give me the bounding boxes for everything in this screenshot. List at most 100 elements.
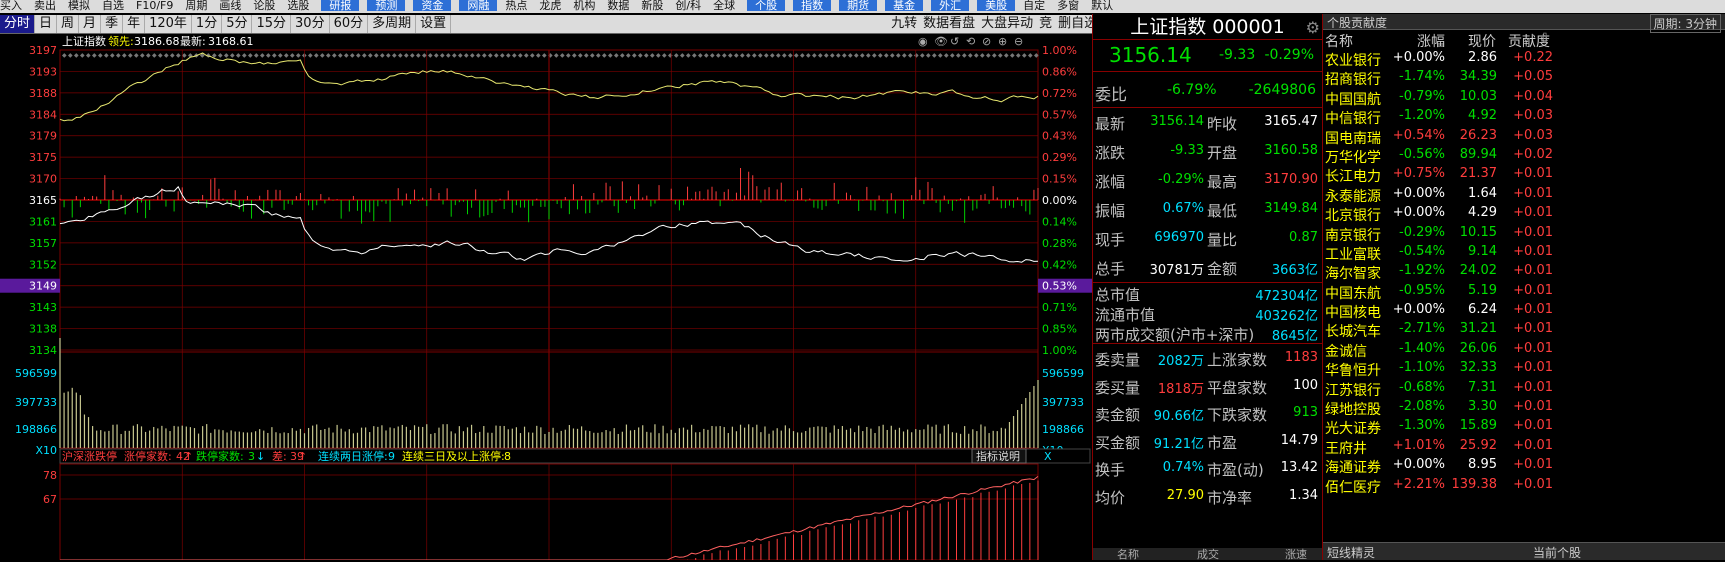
top-menu-item[interactable]: 创/科 — [675, 0, 701, 11]
top-menu-item[interactable]: 基金 — [885, 0, 924, 11]
top-menu-item[interactable]: 数据 — [607, 0, 629, 11]
top-menu-item[interactable]: 个股 — [747, 0, 786, 11]
period-tab[interactable]: 季 — [101, 15, 124, 33]
stat-label: 市盈 — [1207, 433, 1238, 452]
chart-tool-icon: 👁 — [934, 35, 948, 48]
top-menu-item[interactable]: 全球 — [713, 0, 735, 11]
contrib-column-header: 名称 涨幅 现价 贡献度 ⇩ — [1323, 30, 1725, 51]
contrib-row[interactable]: 永泰能源 +0.00% 1.64 +0.01 — [1323, 185, 1725, 205]
gear-icon[interactable]: ⚙ — [1306, 15, 1320, 41]
contrib-row[interactable]: 长城汽车 -2.71% 31.21 +0.01 — [1323, 320, 1725, 341]
top-menu-item[interactable]: 默认 — [1091, 0, 1113, 11]
stock-name: 长城汽车 — [1325, 324, 1381, 341]
toolbar-right-button[interactable]: 九转 — [888, 15, 920, 33]
period-tab[interactable]: 5分 — [222, 15, 253, 33]
period-tab[interactable]: 120年 — [145, 15, 192, 33]
top-menu-item[interactable]: 选股 — [287, 0, 309, 11]
contrib-row[interactable]: 农业银行 +0.00% 2.86 +0.22 — [1323, 49, 1725, 69]
toolbar-right-button[interactable]: 数据看盘 — [920, 15, 978, 33]
top-menu-item[interactable]: 预测 — [367, 0, 406, 11]
period-tab[interactable]: 月 — [79, 15, 102, 33]
toolbar-right-button[interactable]: 大盘异动 — [978, 15, 1036, 33]
top-menu-item[interactable]: 研报 — [321, 0, 360, 11]
contrib-row[interactable]: 中国国航 -0.79% 10.03 +0.04 — [1323, 88, 1725, 108]
contrib-row[interactable]: 佰仁医疗 +2.21% 139.38 +0.01 — [1323, 476, 1725, 496]
contrib-row[interactable]: 万华化学 -0.56% 89.94 +0.02 — [1323, 146, 1725, 166]
col-price[interactable]: 现价 — [1468, 31, 1496, 51]
period-tab[interactable]: 多周期 — [368, 15, 417, 33]
stat-value: 13.42 — [1280, 460, 1318, 475]
top-menu-item[interactable]: 自定 — [1023, 0, 1045, 11]
contrib-row[interactable]: 江苏银行 -0.68% 7.31 +0.01 — [1323, 379, 1725, 399]
top-menu-item[interactable]: 热点 — [505, 0, 527, 11]
contrib-row[interactable]: 中国核电 +0.00% 6.24 +0.01 — [1323, 301, 1725, 321]
top-menu-item[interactable]: 指数 — [793, 0, 832, 11]
top-menu-item[interactable]: 网融 — [459, 0, 498, 11]
price-axis-label: 3138 — [29, 323, 57, 336]
intraday-chart[interactable]: 上证指数 领先: 3186.68 最新: 3168.61 ◉ 👁 ↺ ⟲ ⊘ ⊕ ⊖ ◆ ◆ ◆ ◆ ◆ ◆ ◆ ◆ ◆… — [0, 34, 1092, 560]
contrib-row[interactable]: 绿地控股 -2.08% 3.30 +0.01 — [1323, 398, 1725, 418]
toolbar-right-button[interactable]: 竞 — [1036, 15, 1055, 33]
contrib-row[interactable]: 长江电力 +0.75% 21.37 +0.01 — [1323, 165, 1725, 185]
top-menu-item[interactable]: 资金 — [413, 0, 452, 11]
contrib-row[interactable]: 王府井 +1.01% 25.92 +0.01 — [1323, 437, 1725, 457]
contrib-row[interactable]: 国电南瑞 +0.54% 26.23 +0.03 — [1323, 127, 1725, 147]
top-menu-item[interactable]: 周期 — [185, 0, 207, 11]
top-menu-item[interactable]: 美股 — [977, 0, 1016, 11]
top-menu-item[interactable]: 机构 — [573, 0, 595, 11]
top-menu-item[interactable]: 买入 — [0, 0, 22, 11]
contrib-row[interactable]: 华鲁恒升 -1.10% 32.33 +0.01 — [1323, 359, 1725, 379]
contrib-row[interactable]: 北京银行 +0.00% 4.29 +0.01 — [1323, 204, 1725, 224]
top-marker: ◆ — [734, 52, 739, 59]
top-menu-item[interactable]: 新股 — [641, 0, 663, 11]
period-tab[interactable]: 60分 — [330, 15, 369, 33]
top-marker: ◆ — [236, 52, 241, 59]
top-menu-item[interactable]: F10/F9 — [136, 0, 173, 11]
current-price-tag-text: 3149 — [29, 280, 57, 293]
top-menu-item[interactable]: 多窗 — [1057, 0, 1079, 11]
cap-row: 两市成交额(沪市+深市) 8645亿 — [1093, 323, 1322, 344]
top-menu-item[interactable]: 龙虎 — [539, 0, 561, 11]
top-menu-item[interactable]: 外汇 — [931, 0, 970, 11]
period-tab[interactable]: 年 — [123, 15, 146, 33]
current-stock-tab[interactable]: 当前个股 — [1533, 544, 1581, 561]
stock-change: -1.10% — [1399, 360, 1445, 376]
top-marker: ◆ — [392, 52, 397, 59]
top-menu-item[interactable]: 论股 — [253, 0, 275, 11]
col-change[interactable]: 涨幅 — [1417, 31, 1445, 51]
contrib-row[interactable]: 海尔智家 -1.92% 24.02 +0.01 — [1323, 262, 1725, 282]
price-axis-label: 3188 — [29, 87, 57, 100]
period-tab[interactable]: 日 — [35, 15, 58, 33]
contrib-row[interactable]: 中信银行 -1.20% 4.92 +0.03 — [1323, 107, 1725, 127]
top-marker: ◆ — [728, 52, 733, 59]
top-menu-item[interactable]: 卖出 — [34, 0, 56, 11]
period-tab[interactable]: 1分 — [192, 15, 223, 33]
top-marker: ◆ — [824, 52, 829, 59]
period-tab[interactable]: 设置 — [416, 15, 452, 33]
top-menu-item[interactable]: 画线 — [219, 0, 241, 11]
top-menu-item[interactable]: 模拟 — [68, 0, 90, 11]
period-tab[interactable]: 周 — [57, 15, 80, 33]
stock-change: -2.71% — [1399, 321, 1445, 337]
stat-value: 913 — [1293, 405, 1318, 420]
top-menu-item[interactable]: 期货 — [839, 0, 878, 11]
stock-change: +0.00% — [1392, 302, 1445, 318]
period-tab[interactable]: 30分 — [291, 15, 330, 33]
top-menu-item[interactable]: 自选 — [102, 0, 124, 11]
contrib-row[interactable]: 中国东航 -0.95% 5.19 +0.01 — [1323, 282, 1725, 302]
shortline-tab[interactable]: 短线精灵 — [1327, 544, 1375, 561]
period-tab[interactable]: 15分 — [252, 15, 292, 33]
sort-desc-icon[interactable]: ⇩ — [1539, 31, 1551, 47]
col-name[interactable]: 名称 — [1325, 31, 1353, 51]
contrib-row[interactable]: 海通证券 +0.00% 8.95 +0.01 — [1323, 456, 1725, 476]
contrib-row[interactable]: 南京银行 -0.29% 10.15 +0.01 — [1323, 224, 1725, 244]
close-icon[interactable]: X — [1044, 450, 1052, 463]
contrib-row[interactable]: 光大证券 -1.30% 15.89 +0.01 — [1323, 417, 1725, 437]
period-tab[interactable]: 分时 — [0, 15, 36, 33]
top-marker: ◆ — [830, 52, 835, 59]
top-marker: ◆ — [560, 52, 565, 59]
contrib-row[interactable]: 金诚信 -1.40% 26.06 +0.01 — [1323, 340, 1725, 360]
cap-value: 8645亿 — [1271, 329, 1318, 344]
contrib-row[interactable]: 工业富联 -0.54% 9.14 +0.01 — [1323, 243, 1725, 263]
contrib-row[interactable]: 招商银行 -1.74% 34.39 +0.05 — [1323, 68, 1725, 88]
